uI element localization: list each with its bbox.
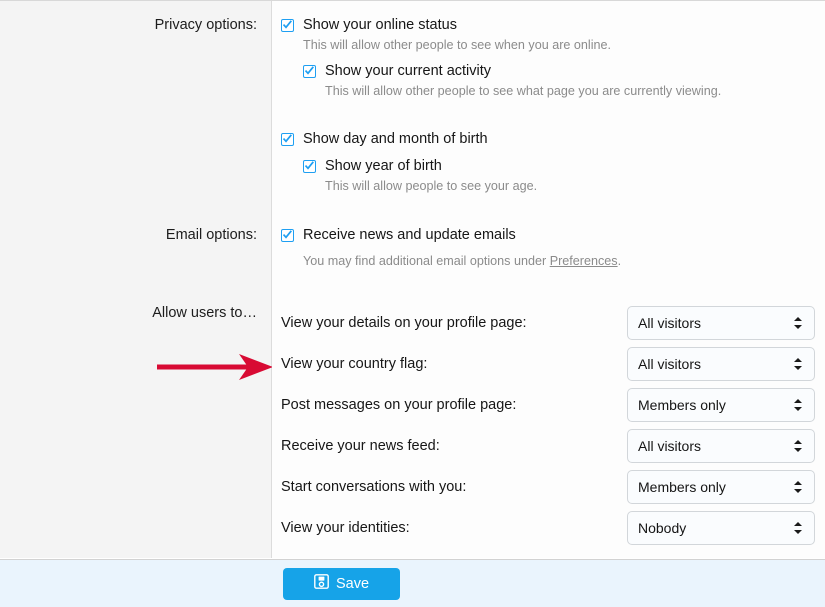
checkbox-show-day-and-month-of-birth[interactable]: Show day and month of birth — [281, 130, 488, 148]
chevron-up-down-icon — [794, 356, 804, 372]
select-start-conversations-with-you[interactable]: Members only — [627, 470, 815, 504]
checkbox-checked-icon[interactable] — [303, 65, 316, 78]
select-value: Nobody — [638, 520, 687, 536]
select-receive-your-news-feed[interactable]: All visitors — [627, 429, 815, 463]
allow-row: View your identities: Nobody — [281, 511, 815, 545]
checkbox-label: Show day and month of birth — [303, 131, 488, 147]
section-label-allow-users-to: Allow users to… — [152, 305, 257, 321]
preferences-link[interactable]: Preferences — [550, 254, 618, 268]
save-button[interactable]: Save — [283, 567, 400, 600]
checkbox-label: Show your online status — [303, 17, 457, 33]
settings-form-body: Privacy options: Email options: Allow us… — [0, 1, 825, 558]
select-post-messages-on-your-profile-page[interactable]: Members only — [627, 388, 815, 422]
select-value: Members only — [638, 397, 726, 413]
select-view-your-identities[interactable]: Nobody — [627, 511, 815, 545]
checkbox-hint-show-year-of-birth: This will allow people to see your age. — [325, 179, 538, 193]
select-value: Members only — [638, 479, 726, 495]
floppy-disk-save-icon — [314, 574, 329, 593]
chevron-up-down-icon — [794, 438, 804, 454]
allow-row: View your country flag: All visitors — [281, 347, 815, 381]
checkbox-show-current-activity[interactable]: Show your current activity — [303, 62, 491, 80]
allow-row: Post messages on your profile page: Memb… — [281, 388, 815, 422]
checkbox-label: Show year of birth — [325, 158, 442, 174]
checkbox-show-online-status[interactable]: Show your online status — [281, 16, 457, 34]
checkbox-checked-icon[interactable] — [281, 133, 294, 146]
checkbox-checked-icon[interactable] — [281, 19, 294, 32]
allow-row-label: View your details on your profile page: — [281, 315, 527, 331]
chevron-up-down-icon — [794, 397, 804, 413]
select-value: All visitors — [638, 356, 702, 372]
chevron-up-down-icon — [794, 315, 804, 331]
allow-row-label: Post messages on your profile page: — [281, 397, 517, 413]
form-label-column: Privacy options: Email options: Allow us… — [0, 1, 275, 558]
chevron-up-down-icon — [794, 520, 804, 536]
checkbox-checked-icon[interactable] — [303, 160, 316, 173]
select-value: All visitors — [638, 315, 702, 331]
section-label-privacy-options: Privacy options: — [154, 17, 257, 33]
checkbox-show-year-of-birth[interactable]: Show year of birth — [303, 157, 442, 175]
chevron-up-down-icon — [794, 479, 804, 495]
select-view-your-details-on-your-profile-page[interactable]: All visitors — [627, 306, 815, 340]
allow-row-label: View your country flag: — [281, 356, 428, 372]
checkbox-label: Show your current activity — [325, 63, 492, 79]
select-value: All visitors — [638, 438, 702, 454]
form-footer: Save — [0, 559, 825, 607]
allow-row-label: Start conversations with you: — [281, 479, 467, 495]
email-hint-text-before: You may find additional email options un… — [303, 254, 550, 268]
checkbox-checked-icon[interactable] — [281, 229, 294, 242]
allow-row: Receive your news feed: All visitors — [281, 429, 815, 463]
checkbox-label: Receive news and update emails — [303, 227, 516, 243]
email-hint-text-after: . — [617, 254, 622, 268]
form-field-column: Show your online status This will allow … — [272, 1, 825, 558]
allow-row: Start conversations with you: Members on… — [281, 470, 815, 504]
red-right-arrow-icon — [155, 351, 275, 383]
settings-page: Privacy options: Email options: Allow us… — [0, 0, 825, 607]
section-label-email-options: Email options: — [165, 227, 257, 243]
save-button-label: Save — [335, 575, 370, 592]
allow-row-label: Receive your news feed: — [281, 438, 440, 454]
allow-row: View your details on your profile page: … — [281, 306, 815, 340]
select-view-your-country-flag[interactable]: All visitors — [627, 347, 815, 381]
allow-row-label: View your identities: — [281, 520, 410, 536]
checkbox-hint-show-online-status: This will allow other people to see when… — [303, 38, 612, 52]
email-options-hint: You may find additional email options un… — [303, 253, 621, 269]
checkbox-receive-news-and-update-emails[interactable]: Receive news and update emails — [281, 226, 516, 244]
checkbox-hint-show-current-activity: This will allow other people to see what… — [325, 84, 722, 98]
